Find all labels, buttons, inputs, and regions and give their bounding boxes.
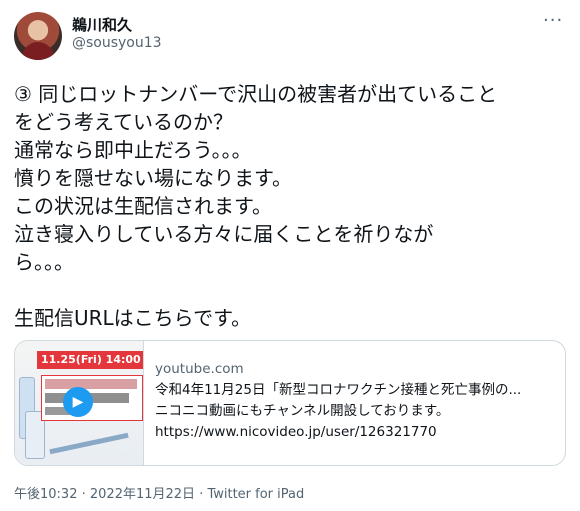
link-title: 令和4年11月25日「新型コロナワクチン接種と死亡事例の... [155, 382, 522, 398]
link-card-text: youtube.com 令和4年11月25日「新型コロナワクチン接種と死亡事例の… [155, 359, 555, 443]
avatar[interactable] [14, 12, 62, 60]
tweet-text: ③ 同じロットナンバーで沢山の被害者が出ていること をどう考えているのか？ 通常… [14, 82, 498, 330]
tweet-source: Twitter for iPad [207, 487, 305, 502]
link-domain: youtube.com [155, 361, 244, 377]
play-icon[interactable]: ▶ [63, 387, 93, 417]
user-handle[interactable]: @sousyou13 [72, 35, 162, 51]
thumbnail-line [45, 379, 137, 389]
thumbnail-banner: 11.25(Fri) 14:00～ [37, 351, 143, 384]
link-url[interactable]: https://www.nicovideo.jp/user/126321770 [155, 422, 555, 443]
tweet-meta: 午後10:32 · 2022年11月22日 · Twitter for iPad [14, 487, 305, 502]
tweet-time[interactable]: 午後10:32 [14, 487, 77, 502]
syringe-image [49, 432, 129, 455]
more-horizontal-icon[interactable]: ··· [543, 10, 563, 31]
display-name[interactable]: 鵜川和久 [72, 14, 132, 35]
link-preview-card[interactable]: 11.25(Fri) 14:00～ ▶ youtube.com 令和4年11月2… [14, 340, 566, 466]
tweet-card: 鵜川和久 @sousyou13 ··· ③ 同じロットナンバーで沢山の被害者が出… [0, 0, 580, 511]
tweet-date[interactable]: 2022年11月22日 [90, 487, 195, 502]
link-thumbnail[interactable]: 11.25(Fri) 14:00～ ▶ [15, 341, 144, 465]
link-description: ニコニコ動画にもチャンネル開設しております。 [155, 403, 450, 419]
